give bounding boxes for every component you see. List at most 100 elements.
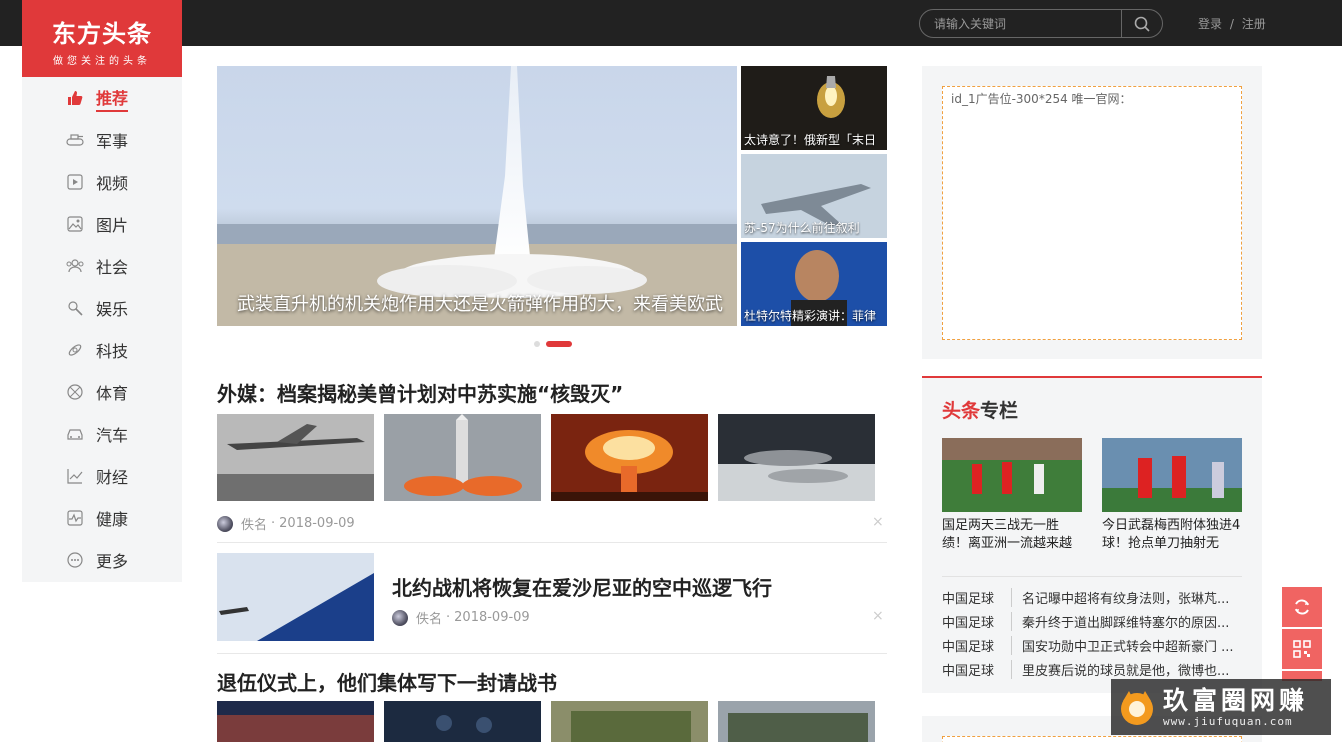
meta-separator: · — [271, 516, 276, 531]
column-list-item[interactable]: 中国足球 里皮赛后说的球员就是他，微博也... — [942, 657, 1242, 681]
article-title[interactable]: 退伍仪式上，他们集体写下一封请战书 — [217, 667, 557, 696]
nav-item-recommend[interactable]: 推荐 — [22, 77, 182, 119]
ad-slot[interactable]: id_1广告位-300*254 唯一官网： — [942, 86, 1242, 340]
column-card-title: 国足两天三战无一胜绩！离亚洲一流越来越 — [942, 518, 1073, 551]
list-title: 名记曝中超将有纹身法则，张琳芃... — [1022, 591, 1230, 607]
article-thumbnail[interactable] — [217, 701, 374, 742]
author-avatar — [392, 609, 408, 626]
search-icon — [1134, 16, 1150, 32]
nav-item-entertainment[interactable]: 娱乐 — [22, 287, 182, 329]
search-button[interactable] — [1121, 10, 1162, 37]
nav-item-tech[interactable]: 科技 — [22, 329, 182, 371]
nav-item-auto[interactable]: 汽车 — [22, 413, 182, 455]
column-list-item[interactable]: 中国足球 名记曝中超将有纹身法则，张琳芃... — [942, 585, 1242, 609]
slider-main-slide[interactable]: 武装直升机的机关炮作用大还是火箭弹作用的大，来看美欧武 — [217, 66, 737, 326]
ad-label: id_1广告位-300*254 唯一官网： — [951, 92, 1132, 106]
football-match-image — [942, 438, 1082, 512]
slider-pagination — [534, 341, 572, 347]
more-icon — [66, 551, 84, 569]
slider-dot-active[interactable] — [546, 341, 572, 347]
article-thumbnail[interactable] — [551, 414, 708, 501]
troops-image — [718, 701, 875, 742]
rocket-launch-image — [217, 66, 737, 326]
article-thumbnail[interactable] — [718, 701, 875, 742]
play-icon — [66, 173, 84, 191]
article-thumbnail[interactable] — [384, 701, 541, 742]
watermark-text: 玖富圈网赚 www.jiufuquan.com — [1163, 686, 1308, 728]
column-card-image — [1102, 438, 1242, 512]
nav-item-label: 视频 — [96, 174, 129, 193]
chart-icon — [66, 467, 84, 485]
bombs-image — [718, 414, 875, 501]
ceremony-image — [217, 701, 374, 742]
refresh-icon — [1295, 599, 1309, 615]
football-players-image — [1102, 438, 1242, 512]
column-card-title: 今日武磊梅西附体独进4球！抢点单刀抽射无 — [1102, 518, 1241, 551]
tank-icon — [66, 131, 84, 149]
close-icon[interactable]: × — [872, 608, 884, 624]
slider-dot[interactable] — [534, 341, 540, 347]
article-title[interactable]: 北约战机将恢复在爱沙尼亚的空中巡逻飞行 — [392, 572, 772, 601]
nav-item-military[interactable]: 军事 — [22, 119, 182, 161]
login-link[interactable]: 登录 — [1198, 17, 1222, 31]
nav-item-label: 财经 — [96, 468, 129, 487]
microphone-icon — [66, 299, 84, 317]
people-icon — [66, 257, 84, 275]
featured-column: 头条专栏 国足两天三战无一胜绩！离亚洲一流越来越 今日武磊梅西附体独进4球！抢点… — [922, 376, 1262, 693]
list-category: 中国足球 — [942, 611, 1012, 631]
logo-slogan: 做您关注的头条 — [53, 56, 151, 67]
channel-nav: 推荐 军事 视频 图片 社会 娱乐 科技 体育 汽车 财经 健康 更多 — [22, 77, 182, 582]
author-name: 佚名 — [416, 612, 443, 627]
divider — [217, 653, 887, 654]
site-logo[interactable]: 东方头条 做您关注的头条 — [22, 0, 182, 77]
rocket-fire-image — [384, 414, 541, 501]
list-title: 里皮赛后说的球员就是他，微博也... — [1022, 663, 1230, 679]
article-thumbnail[interactable] — [217, 414, 374, 501]
search-input[interactable] — [920, 10, 1122, 37]
nav-item-society[interactable]: 社会 — [22, 245, 182, 287]
search-box — [919, 9, 1163, 38]
article-thumbnail[interactable] — [551, 701, 708, 742]
article-meta: 佚名 · 2018-09-09 — [217, 514, 355, 533]
nav-item-finance[interactable]: 财经 — [22, 455, 182, 497]
ad-container: id_1广告位-300*254 唯一官网： — [922, 66, 1262, 359]
nav-item-video[interactable]: 视频 — [22, 161, 182, 203]
slider-side-caption: 苏-57为什么前往叙利 — [744, 221, 860, 235]
slider-side-item[interactable]: 苏-57为什么前往叙利 — [741, 154, 887, 238]
ball-icon — [66, 383, 84, 401]
car-icon — [66, 425, 84, 443]
article-thumbnail[interactable] — [718, 414, 875, 501]
article-title[interactable]: 外媒：档案揭秘美曾计划对中苏实施“核毁灭” — [217, 378, 623, 407]
column-list-item[interactable]: 中国足球 国安功勋中卫正式转会中超新豪门 ... — [942, 633, 1242, 657]
article-meta: 佚名 · 2018-09-09 — [392, 608, 530, 627]
slider-side-item[interactable]: 杜特尔特精彩演讲：菲律 — [741, 242, 887, 326]
slider-main-caption: 武装直升机的机关炮作用大还是火箭弹作用的大，来看美欧武 — [237, 294, 723, 315]
column-list-item[interactable]: 中国足球 秦升终于道出脚踩维特塞尔的原因... — [942, 609, 1242, 633]
list-title: 国安功勋中卫正式转会中超新豪门 ... — [1022, 639, 1234, 655]
slider-side-item[interactable]: 太诗意了！俄新型「末日 — [741, 66, 887, 150]
article-thumbnail[interactable] — [384, 414, 541, 501]
article-thumbnail[interactable] — [217, 553, 374, 641]
soldiers-image — [384, 701, 541, 742]
qr-code-button[interactable] — [1282, 629, 1322, 669]
close-icon[interactable]: × — [872, 514, 884, 530]
headline-slider: 武装直升机的机关炮作用大还是火箭弹作用的大，来看美欧武 太诗意了！俄新型「末日 … — [217, 66, 887, 326]
register-link[interactable]: 注册 — [1242, 17, 1266, 31]
nav-item-more[interactable]: 更多 — [22, 539, 182, 581]
nav-item-health[interactable]: 健康 — [22, 497, 182, 539]
ad-slot-2[interactable] — [942, 736, 1242, 742]
column-heading-dark: 专栏 — [980, 400, 1019, 422]
nav-item-sports[interactable]: 体育 — [22, 371, 182, 413]
thumbs-up-icon — [66, 89, 84, 107]
nav-item-pictures[interactable]: 图片 — [22, 203, 182, 245]
refresh-button[interactable] — [1282, 587, 1322, 627]
column-card[interactable]: 今日武磊梅西附体独进4球！抢点单刀抽射无 — [1102, 438, 1242, 553]
watermark: 玖富圈网赚 www.jiufuquan.com — [1111, 679, 1331, 735]
publish-date: 2018-09-09 — [454, 610, 530, 625]
nav-item-label: 图片 — [96, 216, 129, 235]
nav-item-label: 健康 — [96, 510, 129, 529]
list-title: 秦升终于道出脚踩维特塞尔的原因... — [1022, 615, 1230, 631]
article-thumbnails — [217, 701, 875, 742]
column-card[interactable]: 国足两天三战无一胜绩！离亚洲一流越来越 — [942, 438, 1082, 553]
nav-item-label: 更多 — [96, 552, 129, 571]
